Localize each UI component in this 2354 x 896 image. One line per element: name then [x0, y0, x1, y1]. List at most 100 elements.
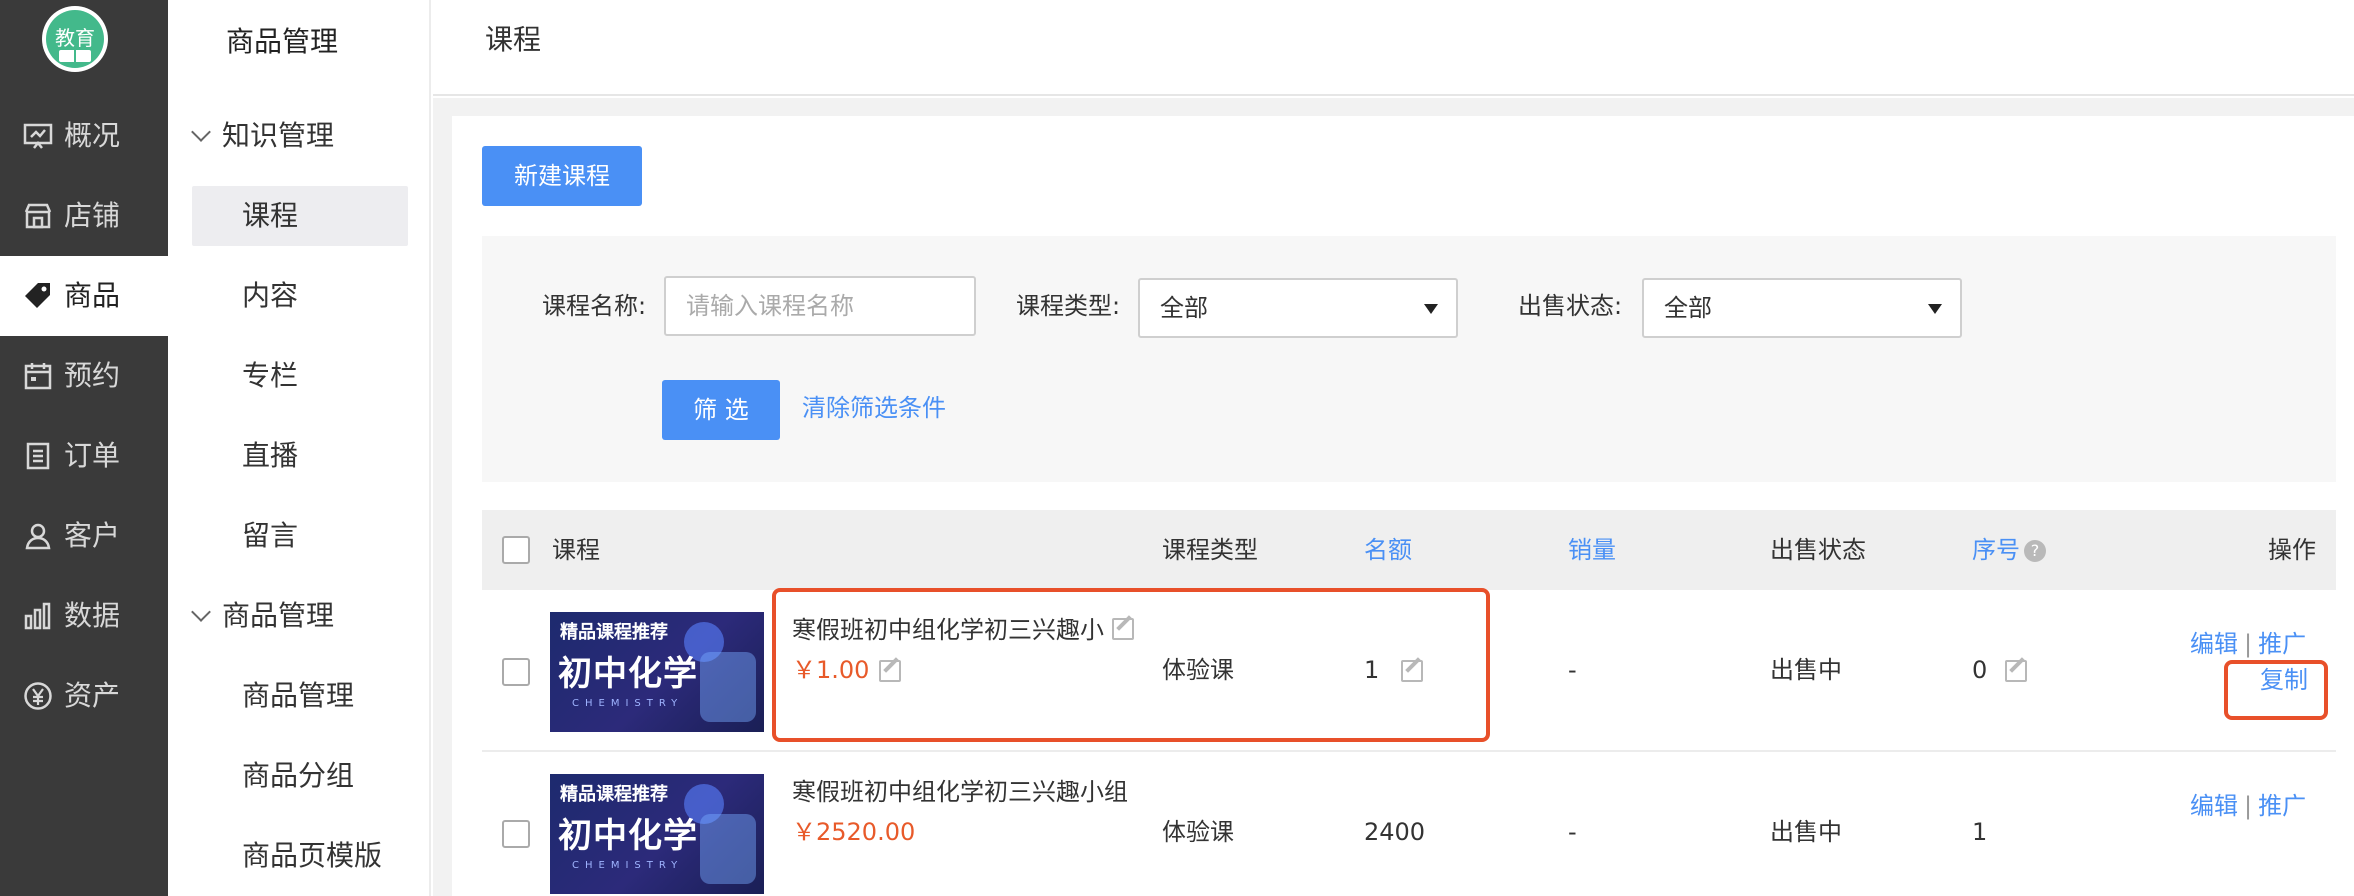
thumb-decoration — [700, 652, 756, 722]
subnav-item-column[interactable]: 专栏 — [192, 346, 408, 406]
row-checkbox[interactable] — [502, 820, 530, 848]
user-icon — [25, 523, 51, 550]
course-type: 体验课 — [1162, 818, 1234, 846]
calendar-icon — [24, 363, 52, 390]
course-price: ￥2520.00 — [792, 818, 916, 846]
logo-text: 教育 — [55, 26, 95, 50]
select-all-checkbox[interactable] — [502, 536, 530, 564]
nav-item-assets[interactable]: 资产 — [0, 656, 168, 736]
course-name-input[interactable]: 请输入课程名称 — [664, 276, 976, 336]
subnav-item-goods-template[interactable]: 商品页模版 — [192, 826, 408, 886]
page-title: 课程 — [485, 23, 542, 56]
header-quota[interactable]: 名额 — [1364, 530, 1412, 570]
top-bar: 课程 — [433, 0, 2354, 96]
course-status: 出售中 — [1770, 818, 1842, 846]
edit-link[interactable]: 编辑 — [2190, 630, 2238, 658]
thumb-caption: 精品课程推荐 — [560, 784, 668, 805]
course-quota: 2400 — [1364, 818, 1426, 846]
thumb-caption: 精品课程推荐 — [560, 622, 668, 643]
row-actions: 编辑 | 推广 — [2190, 788, 2306, 824]
subnav-group-knowledge[interactable]: 知识管理 — [191, 116, 334, 156]
order-icon — [26, 442, 50, 470]
header-order-label: 序号 — [1972, 536, 2020, 564]
subnav-item-message[interactable]: 留言 — [192, 506, 408, 566]
thumb-title: 初中化学 — [558, 654, 698, 694]
nav-label: 客户 — [64, 519, 121, 552]
table-row: 精品课程推荐 初中化学 CHEMISTRY 寒假班初中组化学初三兴趣小组 ￥25… — [482, 752, 2336, 896]
nav-item-overview[interactable]: 概况 — [0, 96, 168, 176]
row-actions: 编辑 | 推广 — [2190, 626, 2306, 662]
help-icon[interactable]: ? — [2024, 540, 2046, 562]
thumb-decoration — [700, 814, 756, 884]
sale-status-select[interactable]: 全部 — [1642, 278, 1962, 338]
nav-item-customers[interactable]: 客户 — [0, 496, 168, 576]
highlight-box-row-details — [772, 588, 1490, 742]
chart-icon — [24, 602, 51, 630]
yuan-icon — [24, 682, 52, 710]
course-type-label: 课程类型: — [1016, 292, 1121, 320]
subnav-group-label: 商品管理 — [222, 599, 335, 632]
nav-item-orders[interactable]: 订单 — [0, 416, 168, 496]
nav-label: 资产 — [64, 679, 121, 712]
header-type: 课程类型 — [1162, 536, 1258, 564]
subnav-item-content[interactable]: 内容 — [192, 266, 408, 326]
filter-button[interactable]: 筛 选 — [662, 380, 780, 440]
clear-filter-link[interactable]: 清除筛选条件 — [802, 388, 946, 428]
course-status: 出售中 — [1770, 656, 1842, 684]
sale-status-value: 全部 — [1664, 294, 1712, 322]
course-order: 1 — [1972, 818, 1988, 846]
subnav-title: 商品管理 — [226, 25, 339, 58]
course-sales: - — [1568, 656, 1577, 684]
promote-link[interactable]: 推广 — [2258, 630, 2306, 658]
header-order[interactable]: 序号? — [1972, 530, 2046, 570]
action-divider: | — [2244, 630, 2253, 658]
overview-icon — [23, 123, 53, 149]
nav-item-goods[interactable]: 商品 — [0, 256, 168, 336]
nav-label: 概况 — [64, 119, 121, 152]
book-icon — [59, 50, 91, 62]
store-icon — [24, 203, 52, 229]
chevron-down-icon — [191, 602, 211, 622]
nav-item-data[interactable]: 数据 — [0, 576, 168, 656]
course-order: 0 — [1972, 650, 2028, 690]
thumb-subtitle: CHEMISTRY — [572, 860, 684, 871]
caret-down-icon — [1928, 304, 1942, 314]
nav-item-store[interactable]: 店铺 — [0, 176, 168, 256]
chevron-down-icon — [191, 122, 211, 142]
nav-item-booking[interactable]: 预约 — [0, 336, 168, 416]
subnav-item-live[interactable]: 直播 — [192, 426, 408, 486]
new-course-button[interactable]: 新建课程 — [482, 146, 642, 206]
course-thumbnail[interactable]: 精品课程推荐 初中化学 CHEMISTRY — [550, 774, 764, 894]
action-divider: | — [2244, 792, 2253, 820]
nav-label: 订单 — [64, 439, 121, 472]
course-type-value: 全部 — [1160, 294, 1208, 322]
header-course: 课程 — [552, 536, 600, 564]
logo[interactable]: 教育 — [42, 6, 108, 72]
subnav-item-course[interactable]: 课程 — [192, 186, 408, 246]
thumb-subtitle: CHEMISTRY — [572, 698, 684, 709]
header-sales[interactable]: 销量 — [1568, 530, 1616, 570]
course-thumbnail[interactable]: 精品课程推荐 初中化学 CHEMISTRY — [550, 612, 764, 732]
row-checkbox[interactable] — [502, 658, 530, 686]
tag-icon — [25, 283, 50, 308]
sale-status-label: 出售状态: — [1518, 292, 1623, 320]
logo-badge: 教育 — [46, 10, 104, 68]
nav-label: 预约 — [64, 359, 121, 392]
course-order-value: 0 — [1972, 656, 1988, 684]
subnav-item-goods-manage[interactable]: 商品管理 — [192, 666, 408, 726]
course-title-link[interactable]: 寒假班初中组化学初三兴趣小组 — [792, 772, 1128, 812]
nav-label: 店铺 — [64, 199, 121, 232]
course-type-select[interactable]: 全部 — [1138, 278, 1458, 338]
subnav-item-goods-group[interactable]: 商品分组 — [192, 746, 408, 806]
header-ops: 操作 — [2268, 536, 2316, 564]
caret-down-icon — [1424, 304, 1438, 314]
sub-nav: 商品管理 知识管理 课程 内容 专栏 直播 留言 商品管理 商品管理 商品分组 … — [168, 0, 431, 896]
nav-label: 商品 — [64, 279, 121, 312]
edit-link[interactable]: 编辑 — [2190, 792, 2238, 820]
filter-panel — [482, 236, 2336, 482]
thumb-title: 初中化学 — [558, 816, 698, 856]
edit-order-icon[interactable] — [2005, 660, 2028, 682]
promote-link[interactable]: 推广 — [2258, 792, 2306, 820]
subnav-group-goods[interactable]: 商品管理 — [191, 596, 335, 636]
course-sales: - — [1568, 818, 1577, 846]
